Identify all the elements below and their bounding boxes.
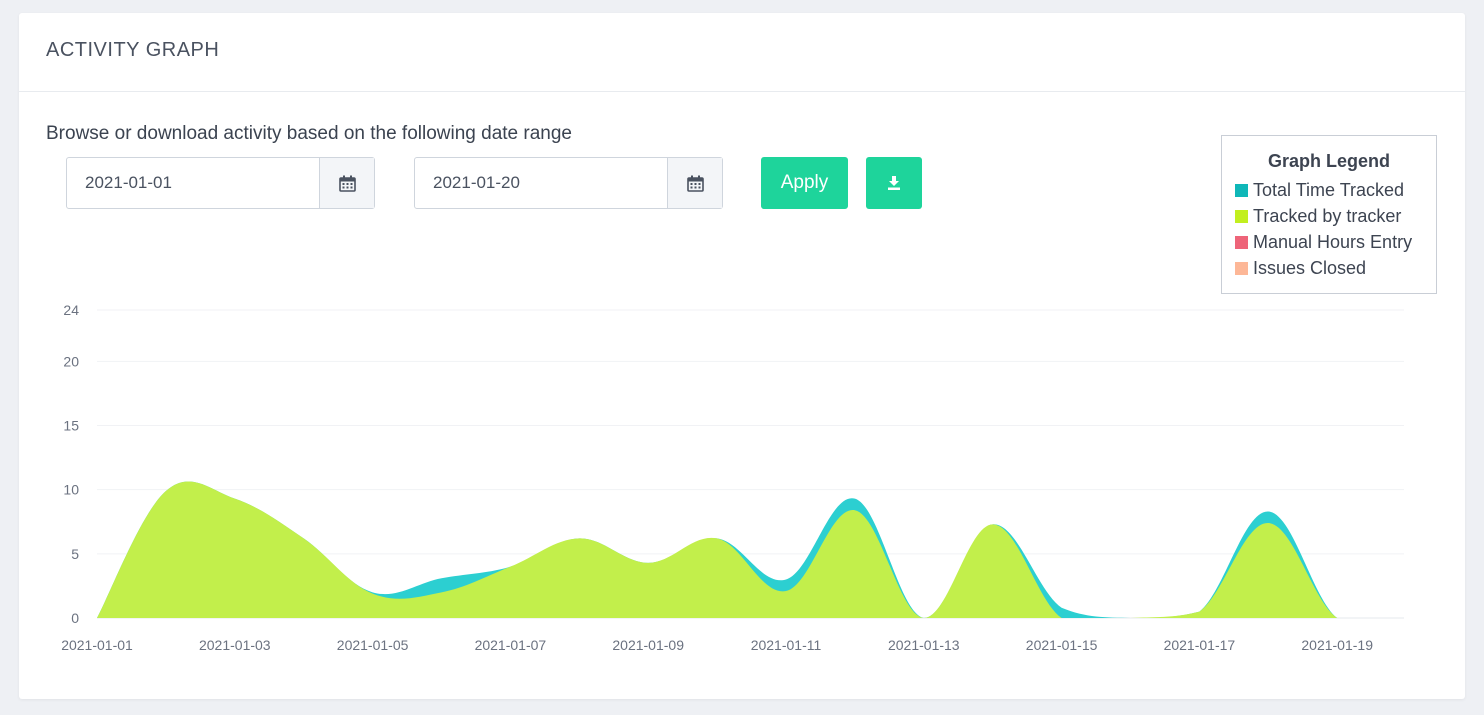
x-tick-label: 2021-01-19 (1301, 637, 1373, 653)
x-tick-label: 2021-01-01 (61, 637, 133, 653)
apply-button[interactable]: Apply (761, 157, 848, 209)
calendar-icon (686, 175, 704, 192)
legend-item-total-time-tracked: Total Time Tracked (1222, 177, 1436, 203)
activity-chart: 0 5 10 15 20 24 2021-01-01 2021-01-03 2021-01-05… (61, 302, 1407, 653)
date-range-description: Browse or download activity based on the… (46, 123, 572, 144)
legend-swatch (1235, 183, 1248, 197)
x-tick-label: 2021-01-09 (612, 637, 684, 653)
series-tracked-by-tracker-area (97, 481, 1407, 618)
start-date-calendar-button[interactable] (319, 158, 374, 208)
series-total-time-tracked-area (97, 481, 1407, 618)
y-tick-label: 15 (63, 418, 79, 434)
y-tick-label: 20 (63, 353, 79, 369)
x-tick-label: 2021-01-17 (1164, 637, 1236, 653)
x-tick-label: 2021-01-13 (888, 637, 960, 653)
y-tick-label: 0 (71, 610, 79, 626)
legend-swatch (1235, 261, 1248, 275)
legend-label: Tracked by tracker (1253, 205, 1402, 226)
y-tick-label: 10 (63, 482, 79, 498)
legend-label: Manual Hours Entry (1253, 231, 1413, 252)
start-date-picker (66, 157, 375, 209)
x-tick-label: 2021-01-07 (475, 637, 547, 653)
end-date-input[interactable] (415, 158, 667, 208)
legend-item-issues-closed: Issues Closed (1222, 255, 1436, 281)
end-date-calendar-button[interactable] (667, 158, 722, 208)
x-tick-label: 2021-01-15 (1026, 637, 1098, 653)
end-date-picker (414, 157, 723, 209)
download-button[interactable] (866, 157, 922, 209)
legend-title: Graph Legend (1267, 151, 1390, 171)
card-header: ACTIVITY GRAPH (19, 13, 1465, 92)
x-tick-label: 2021-01-03 (199, 637, 271, 653)
legend-swatch (1235, 235, 1248, 249)
x-tick-label: 2021-01-05 (337, 637, 409, 653)
x-tick-label: 2021-01-11 (751, 637, 822, 653)
legend-swatch (1235, 209, 1248, 223)
y-tick-label: 5 (71, 546, 79, 562)
download-icon (888, 176, 900, 190)
legend-label: Issues Closed (1253, 257, 1367, 278)
card-title: ACTIVITY GRAPH (46, 39, 220, 61)
start-date-input[interactable] (67, 158, 319, 208)
y-tick-label: 24 (63, 302, 79, 318)
legend-item-manual-hours-entry: Manual Hours Entry (1222, 229, 1436, 255)
graph-legend: Graph Legend Total Time Tracked Tracked … (1221, 135, 1437, 294)
calendar-icon (338, 175, 356, 192)
legend-label: Total Time Tracked (1253, 179, 1405, 200)
legend-item-tracked-by-tracker: Tracked by tracker (1222, 203, 1436, 229)
activity-graph-card: ACTIVITY GRAPH Browse or download activi… (19, 13, 1465, 699)
